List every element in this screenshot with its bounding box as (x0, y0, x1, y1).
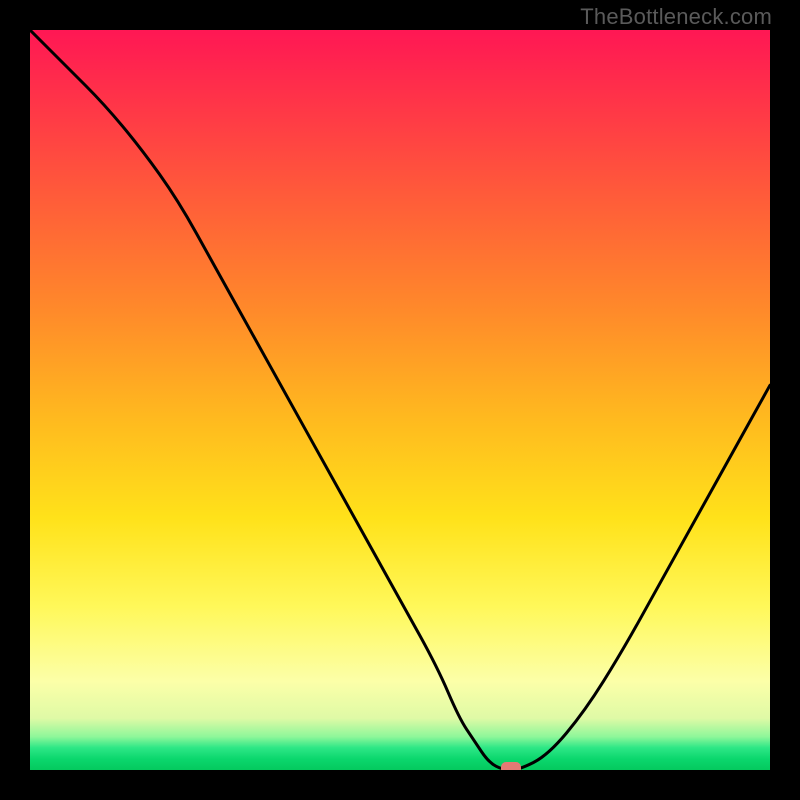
chart-frame: TheBottleneck.com (0, 0, 800, 800)
watermark-text: TheBottleneck.com (580, 4, 772, 30)
plot-background (30, 30, 770, 770)
